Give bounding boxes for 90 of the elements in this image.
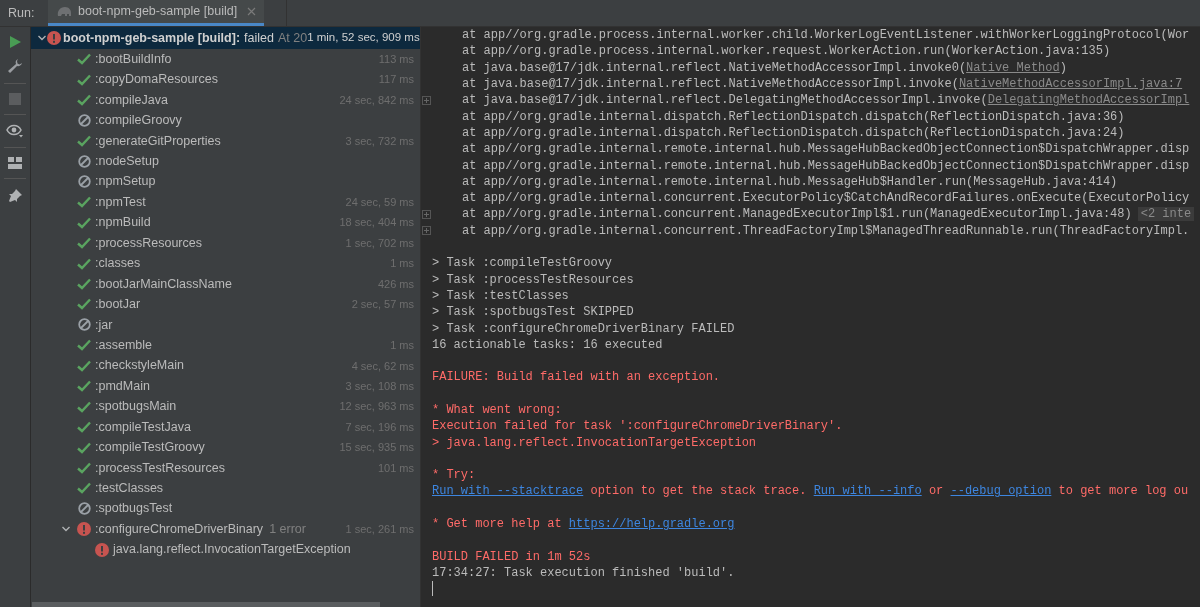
source-link[interactable]: Native Method — [966, 60, 1060, 75]
build-name: boot-npm-geb-sample [build]: — [63, 29, 241, 47]
run-icon[interactable] — [8, 35, 22, 49]
chevron-icon[interactable] — [37, 33, 47, 43]
pin-icon[interactable] — [7, 188, 23, 203]
console-line: at app//org.gradle.internal.dispatch.ReflectionDispatch.dispatch(ReflectionDispatch.java:24) — [461, 124, 1125, 142]
task-name: :spotbugsMain — [95, 398, 177, 416]
task-name: :generateGitProperties — [95, 132, 221, 150]
console-line: > Task :processTestResources — [431, 271, 634, 289]
task-name: :classes — [95, 255, 141, 273]
text-cursor — [432, 581, 433, 597]
task-name: :bootBuildInfo — [95, 50, 172, 68]
tree-row[interactable]: java.lang.reflect.InvocationTargetException — [31, 539, 420, 560]
console-line: at app//org.gradle.internal.remote.internal.hub.MessageHub$Handler.run(MessageHub.java:414) — [461, 173, 1118, 191]
task-name: :compileJava — [95, 91, 168, 109]
task-name: :spotbugsTest — [95, 500, 173, 518]
horizontal-scrollbar[interactable] — [32, 602, 380, 607]
task-name: :compileTestGroovy — [95, 439, 205, 457]
run-label: Run: — [7, 4, 36, 22]
console-line: > java.lang.reflect.InvocationTargetException — [431, 434, 757, 452]
console-line: FAILURE: Build failed with an exception. — [431, 369, 721, 387]
console-line: at java.base@17/jdk.internal.reflect.NativeMethodAccessorImpl.invoke0(Native Method) — [461, 59, 1067, 77]
run-tab[interactable]: boot-npm-geb-sample [build] — [48, 0, 265, 26]
tree-row[interactable]: :nodeSetup — [31, 151, 420, 172]
console-link[interactable]: Run with --stacktrace — [432, 484, 584, 499]
fold-icon[interactable] — [421, 226, 431, 236]
console-line: > Task :compileTestGroovy — [431, 255, 613, 273]
console-line: at app//org.gradle.internal.concurrent.ThreadFactoryImpl$ManagedThreadRunnable.run(ThreadFactoryImpl. — [461, 222, 1190, 240]
task-name: :pmdMain — [95, 377, 150, 395]
task-name: :npmSetup — [95, 173, 156, 191]
console-link[interactable]: --debug option — [950, 484, 1052, 499]
elephant-icon — [56, 5, 72, 18]
fold-icon[interactable] — [421, 209, 431, 219]
task-name: :npmBuild — [95, 214, 151, 232]
task-name: :assemble — [95, 336, 152, 354]
console-link[interactable]: https://help.gradle.org — [568, 517, 735, 532]
console-line: > Task :configureChromeDriverBinary FAILED — [431, 320, 735, 338]
eye-icon[interactable] — [6, 124, 24, 138]
layout-icon[interactable] — [8, 157, 22, 169]
build-status: failed — [244, 29, 274, 47]
console-line: at app//org.gradle.internal.dispatch.ReflectionDispatch.dispatch(ReflectionDispatch.java:36) — [461, 108, 1125, 126]
wrench-icon[interactable] — [7, 58, 23, 74]
tree-row[interactable]: :compileGroovy — [31, 110, 420, 131]
console-line: BUILD FAILED in 1m 52s — [431, 548, 591, 566]
task-name: java.lang.reflect.InvocationTargetException — [113, 541, 351, 559]
console-line: * Try: — [431, 467, 476, 485]
console-line: 17:34:27: Task execution finished 'build'. — [431, 564, 735, 582]
close-icon[interactable] — [247, 7, 257, 16]
task-name: :bootJarMainClassName — [95, 275, 232, 293]
build-duration: 1 min, 52 sec, 909 ms — [307, 30, 420, 46]
console-line: Run with --stacktrace option to get the stack trace. Run with --info or --debug option to get more log ou — [431, 483, 1189, 501]
error-count: 1 error — [269, 520, 306, 538]
tree-row[interactable]: :npmSetup — [31, 171, 420, 193]
task-name: :compileGroovy — [95, 112, 182, 130]
source-link[interactable]: DelegatingMethodAccessorImpl — [987, 93, 1190, 108]
console-line: 16 actionable tasks: 16 executed — [431, 336, 663, 354]
task-name: :bootJar — [95, 296, 141, 314]
console-line: at app//org.gradle.internal.concurrent.ManagedExecutorImpl$1.run(ManagedExecutorImpl.java:48) <2 inte — [431, 205, 1195, 224]
task-name: :processResources — [95, 234, 202, 252]
console-line: at app//org.gradle.internal.concurrent.ExecutorPolicy$CatchAndRecordFailures.onExecute(ExecutorPolicy — [461, 190, 1190, 208]
tree-root-row[interactable]: boot-npm-geb-sample [build]: failed At 201 min, 52 sec, 909 ms — [31, 27, 420, 49]
tree-row[interactable]: :spotbugsTest — [31, 498, 420, 520]
build-start-time: At 20 — [277, 29, 308, 47]
task-name: :npmTest — [95, 193, 146, 211]
console-line: at app//org.gradle.process.internal.worker.request.WorkerAction.run(WorkerAction.java:135) — [461, 43, 1111, 61]
task-name: :compileTestJava — [95, 418, 191, 436]
tree-row[interactable]: :jar — [31, 314, 420, 336]
console-line: at java.base@17/jdk.internal.reflect.DelegatingMethodAccessorImpl.invoke(DelegatingMethodAccessorImpl — [461, 92, 1190, 110]
console-line: > Task :spotbugsTest SKIPPED — [431, 304, 634, 322]
task-name: :nodeSetup — [95, 153, 159, 171]
task-name: :processTestResources — [95, 459, 225, 477]
tree-row[interactable]: :testClasses — [31, 478, 420, 499]
task-name: :testClasses — [95, 480, 164, 498]
task-name: :checkstyleMain — [95, 357, 184, 375]
console-line: * What went wrong: — [431, 402, 562, 419]
console-link[interactable]: Run with --info — [813, 484, 922, 499]
console-line: at app//org.gradle.internal.remote.internal.hub.MessageHubBackedObjectConnection$DispatchWrapper.disp — [461, 157, 1190, 175]
console-line: > Task :testClasses — [431, 287, 569, 305]
task-name: :copyDomaResources — [95, 71, 218, 89]
console-line: * Get more help at https://help.gradle.org — [431, 516, 735, 534]
console-line: at app//org.gradle.internal.remote.internal.hub.MessageHubBackedObjectConnection$DispatchWrapper.disp — [461, 141, 1190, 159]
task-name: :jar — [95, 316, 113, 334]
tab-title: boot-npm-geb-sample [build] — [78, 3, 238, 21]
console-line: at java.base@17/jdk.internal.reflect.NativeMethodAccessorImpl.invoke(NativeMethodAccessorImpl.java:7 — [461, 76, 1183, 94]
fold-icon[interactable] — [421, 95, 431, 105]
task-name: :configureChromeDriverBinary — [95, 520, 264, 538]
source-link[interactable]: NativeMethodAccessorImpl.java:7 — [958, 77, 1183, 92]
console-line: at app//org.gradle.process.internal.worker.child.WorkerLogEventListener.withWorkerLoggingProtocol(Wor — [461, 27, 1190, 45]
folded-lines-badge[interactable]: <2 inte — [1137, 207, 1195, 222]
console-line: Execution failed for task ':configureChromeDriverBinary'. — [431, 418, 843, 436]
